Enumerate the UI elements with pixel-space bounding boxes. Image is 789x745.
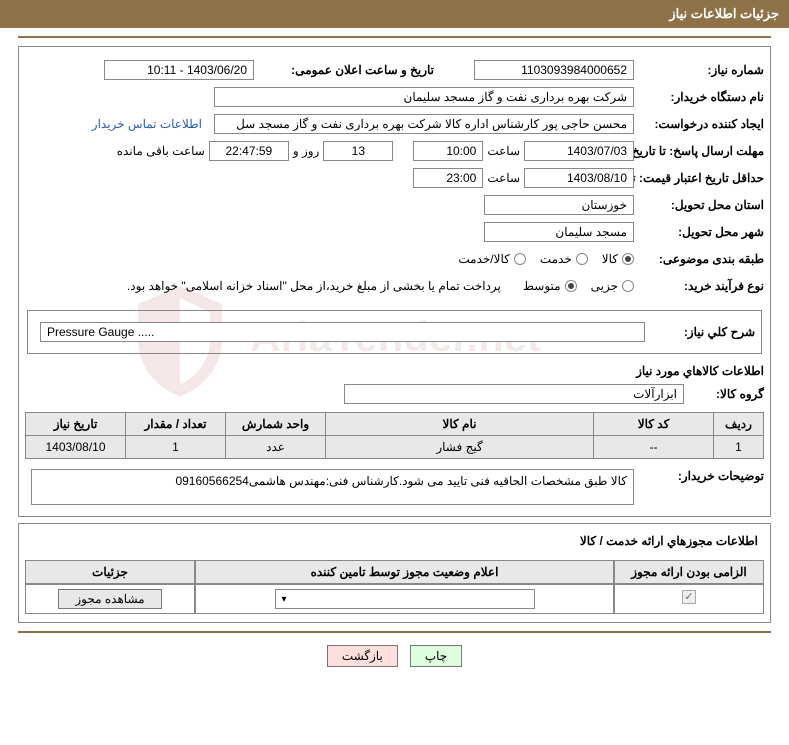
category-opt-0[interactable]: کالا xyxy=(602,252,634,266)
goods-section-title: اطلاعات کالاهاي مورد نیاز xyxy=(25,364,764,378)
divider-bottom xyxy=(18,631,771,633)
print-button[interactable]: چاپ xyxy=(410,645,462,667)
need-no-value: 1103093984000652 xyxy=(474,60,634,80)
announce-value: 1403/06/20 - 10:11 xyxy=(104,60,254,80)
td-qty: 1 xyxy=(126,436,226,459)
td-name: گیج فشار xyxy=(326,436,594,459)
summary-box: شرح کلي نیاز: Pressure Gauge ..... xyxy=(27,310,762,354)
purchase-type-label: نوع فرآیند خرید: xyxy=(634,279,764,293)
view-license-button[interactable]: مشاهده مجوز xyxy=(58,589,161,609)
mandatory-checkbox[interactable] xyxy=(682,590,696,604)
purchase-opt-1[interactable]: متوسط xyxy=(523,279,577,293)
purchase-type-radio-group: جزیی متوسط xyxy=(523,279,634,293)
validity-date: 1403/08/10 xyxy=(524,168,634,188)
footer-buttons: چاپ بازگشت xyxy=(0,645,789,667)
th-qty: تعداد / مقدار xyxy=(126,413,226,436)
license-th-mandatory: الزامی بودن ارائه مجوز xyxy=(614,560,764,584)
radio-icon xyxy=(622,253,634,265)
purchase-opt-0[interactable]: جزیی xyxy=(591,279,634,293)
buyer-desc-value: کالا طبق مشخصات الحاقیه فنی تایید می شود… xyxy=(31,469,634,505)
buyer-desc-label: توضیحات خریدار: xyxy=(634,469,764,483)
category-opt-1[interactable]: خدمت xyxy=(540,252,588,266)
th-row: ردیف xyxy=(714,413,764,436)
td-code: -- xyxy=(594,436,714,459)
license-details-cell: مشاهده مجوز xyxy=(25,584,195,614)
deadline-days: 13 xyxy=(323,141,393,161)
requester-value: محسن حاجی پور کارشناس اداره کالا شرکت به… xyxy=(214,114,634,134)
license-status-cell: ▾ xyxy=(195,584,614,614)
category-radio-group: کالا خدمت کالا/خدمت xyxy=(458,252,634,266)
deadline-date: 1403/07/03 xyxy=(524,141,634,161)
buyer-org-value: شرکت بهره برداری نفت و گاز مسجد سلیمان xyxy=(214,87,634,107)
city-value: مسجد سلیمان xyxy=(484,222,634,242)
province-value: خوزستان xyxy=(484,195,634,215)
radio-icon xyxy=(565,280,577,292)
deadline-days-label: روز و xyxy=(289,144,324,158)
deadline-label: مهلت ارسال پاسخ: تا تاریخ: xyxy=(634,144,764,158)
deadline-time-label: ساعت xyxy=(483,144,524,158)
goods-table-header-row: ردیف کد کالا نام کالا واحد شمارش تعداد /… xyxy=(26,413,764,436)
requester-label: ایجاد کننده درخواست: xyxy=(634,117,764,131)
th-date: تاریخ نیاز xyxy=(26,413,126,436)
th-name: نام کالا xyxy=(326,413,594,436)
purchase-note: پرداخت تمام یا بخشی از مبلغ خرید،از محل … xyxy=(123,279,505,293)
deadline-hms: 22:47:59 xyxy=(209,141,289,161)
td-date: 1403/08/10 xyxy=(26,436,126,459)
province-label: استان محل تحویل: xyxy=(634,198,764,212)
deadline-time: 10:00 xyxy=(413,141,483,161)
td-unit: عدد xyxy=(226,436,326,459)
buyer-org-label: نام دستگاه خریدار: xyxy=(634,90,764,104)
goods-group-label: گروه کالا: xyxy=(684,387,764,401)
license-section: اطلاعات مجوزهاي ارائه خدمت / کالا الزامی… xyxy=(18,523,771,623)
license-mandatory-cell xyxy=(614,584,764,614)
th-unit: واحد شمارش xyxy=(226,413,326,436)
chevron-down-icon: ▾ xyxy=(282,594,287,605)
validity-time: 23:00 xyxy=(413,168,483,188)
category-opt-2[interactable]: کالا/خدمت xyxy=(458,252,525,266)
radio-icon xyxy=(576,253,588,265)
th-code: کد کالا xyxy=(594,413,714,436)
summary-label: شرح کلي نیاز: xyxy=(645,325,755,339)
license-th-status: اعلام وضعیت مجوز توسط تامین کننده xyxy=(195,560,614,584)
license-header-row: الزامی بودن ارائه مجوز اعلام وضعیت مجوز … xyxy=(25,560,764,584)
status-select[interactable]: ▾ xyxy=(275,589,535,609)
main-section: شماره نیاز: 1103093984000652 تاریخ و ساع… xyxy=(18,46,771,517)
license-data-row: ▾ مشاهده مجوز xyxy=(25,584,764,614)
need-no-label: شماره نیاز: xyxy=(634,63,764,77)
radio-icon xyxy=(514,253,526,265)
license-section-title: اطلاعات مجوزهاي ارائه خدمت / کالا xyxy=(25,532,764,550)
goods-table-row: 1 -- گیج فشار عدد 1 1403/08/10 xyxy=(26,436,764,459)
summary-value: Pressure Gauge ..... xyxy=(40,322,645,342)
category-label: طبقه بندی موضوعی: xyxy=(634,252,764,266)
page-header: جزئیات اطلاعات نیاز xyxy=(0,0,789,28)
td-row: 1 xyxy=(714,436,764,459)
city-label: شهر محل تحویل: xyxy=(634,225,764,239)
license-th-details: جزئیات xyxy=(25,560,195,584)
deadline-remain-label: ساعت باقی مانده xyxy=(113,144,209,158)
goods-table: ردیف کد کالا نام کالا واحد شمارش تعداد /… xyxy=(25,412,764,459)
validity-label: حداقل تاریخ اعتبار قیمت: تا تاریخ: xyxy=(634,171,764,185)
radio-icon xyxy=(622,280,634,292)
goods-group-value: ابزارآلات xyxy=(344,384,684,404)
divider-top xyxy=(18,36,771,38)
page-title: جزئیات اطلاعات نیاز xyxy=(669,6,779,21)
announce-label: تاریخ و ساعت اعلان عمومی: xyxy=(254,63,434,77)
back-button[interactable]: بازگشت xyxy=(327,645,398,667)
buyer-contact-link[interactable]: اطلاعات تماس خریدار xyxy=(92,117,202,131)
validity-time-label: ساعت xyxy=(483,171,524,185)
